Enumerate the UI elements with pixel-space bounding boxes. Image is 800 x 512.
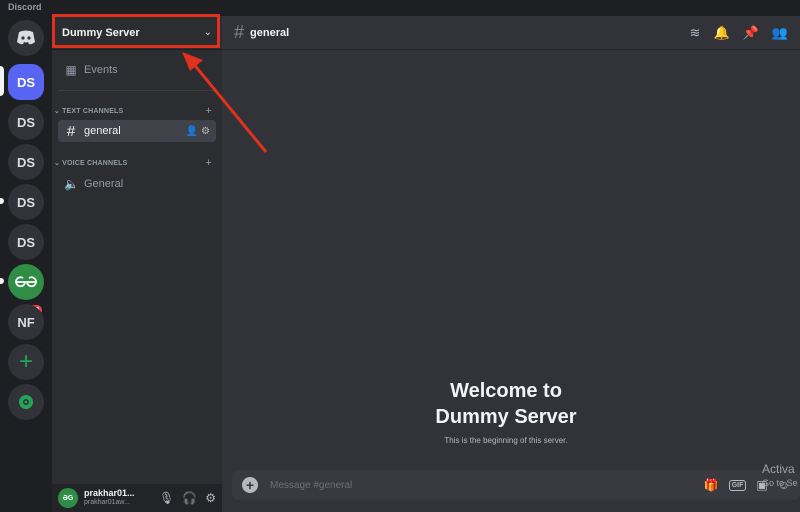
gfg-logo-icon — [15, 276, 37, 288]
calendar-icon: ▦ — [65, 63, 77, 77]
server-nf[interactable]: NF — [8, 304, 44, 340]
threads-icon[interactable]: ≋ — [690, 25, 701, 41]
add-channel-icon[interactable]: + — [205, 105, 212, 117]
active-server-pill — [0, 66, 4, 96]
voice-channel-label: General — [84, 178, 124, 190]
upload-plus-icon[interactable]: + — [242, 477, 258, 493]
headphones-icon[interactable]: 🎧 — [182, 491, 197, 505]
speaker-icon: 🔈 — [64, 177, 79, 191]
add-server-button[interactable]: + — [8, 344, 44, 380]
voice-category-label: VOICE CHANNELS — [62, 159, 128, 167]
channel-sidebar: Dummy Server ⌄ ▦ Events ⌄ TEXT CHANNELS … — [52, 16, 222, 512]
pin-icon[interactable]: 📌 — [743, 25, 759, 41]
message-input[interactable]: Message #general — [270, 480, 352, 491]
microphone-icon[interactable]: 🎙 — [159, 491, 174, 505]
server-ds-5[interactable]: DS — [8, 224, 44, 260]
highlight-annotation — [52, 14, 220, 48]
server-ds-active[interactable]: DS — [8, 64, 44, 100]
chevron-down-icon: ⌄ — [54, 160, 61, 167]
gear-icon[interactable]: ⚙ — [205, 491, 216, 505]
unread-pill-2 — [0, 278, 4, 284]
unread-pill — [0, 198, 4, 204]
text-category-label: TEXT CHANNELS — [62, 107, 124, 115]
events-item[interactable]: ▦ Events — [58, 59, 216, 81]
windows-activation-watermark: Activa Go to Se — [762, 462, 798, 490]
compass-icon — [19, 395, 33, 409]
home-button[interactable] — [8, 20, 44, 56]
hash-icon: # — [66, 122, 76, 140]
chevron-down-icon: ⌄ — [54, 108, 61, 115]
message-composer[interactable]: + Message #general 🎁 GIF ▣ ☺ — [232, 470, 800, 500]
server-gfg[interactable] — [8, 264, 44, 300]
user-panel: ƏG prakhar01... prakhar01aw... 🎙 🎧 ⚙ — [52, 484, 222, 512]
server-ds-4[interactable]: DS — [8, 184, 44, 220]
voice-channel-general[interactable]: 🔈 General — [58, 173, 216, 195]
events-label: Events — [84, 64, 118, 76]
gift-icon[interactable]: 🎁 — [704, 478, 719, 492]
hash-icon: # — [234, 22, 245, 42]
server-ds-2[interactable]: DS — [8, 104, 44, 140]
welcome-title-line2: Dummy Server — [435, 406, 577, 428]
server-ds-3[interactable]: DS — [8, 144, 44, 180]
add-channel-icon[interactable]: + — [205, 157, 212, 169]
username: prakhar01... — [84, 488, 135, 498]
voice-channels-category[interactable]: ⌄ VOICE CHANNELS + — [54, 156, 212, 170]
avatar[interactable]: ƏG — [58, 488, 78, 508]
channel-header: # general ≋ 🔔 📌 👥 — [222, 16, 800, 50]
welcome-title-line1: Welcome to — [450, 380, 562, 402]
app-title: Discord — [8, 2, 42, 12]
gear-icon[interactable]: ⚙ — [201, 126, 210, 137]
text-channels-category[interactable]: ⌄ TEXT CHANNELS + — [54, 104, 212, 118]
members-icon[interactable]: 👥 — [772, 25, 788, 41]
welcome-block: Welcome to Dummy Server This is the begi… — [222, 378, 790, 445]
discover-button[interactable] — [8, 384, 44, 420]
channel-general[interactable]: # general 👤 ⚙ — [58, 120, 216, 142]
create-invite-icon[interactable]: 👤 — [186, 126, 198, 137]
activate-line1: Activa — [762, 462, 795, 476]
user-handle: prakhar01aw... — [84, 499, 130, 506]
activate-line2: Go to Se — [762, 478, 798, 488]
channel-title: general — [250, 26, 290, 39]
bell-icon[interactable]: 🔔 — [713, 25, 729, 41]
gif-icon[interactable]: GIF — [728, 479, 747, 491]
welcome-subtitle: This is the beginning of this server. — [444, 436, 568, 445]
chat-area: # general ≋ 🔔 📌 👥 Welcome to Dummy Serve… — [222, 16, 800, 512]
channel-general-label: general — [84, 125, 121, 137]
sidebar-divider — [58, 90, 216, 91]
server-rail: DS DS DS DS DS 10 NF + — [0, 16, 52, 512]
discord-logo-icon — [17, 30, 35, 45]
